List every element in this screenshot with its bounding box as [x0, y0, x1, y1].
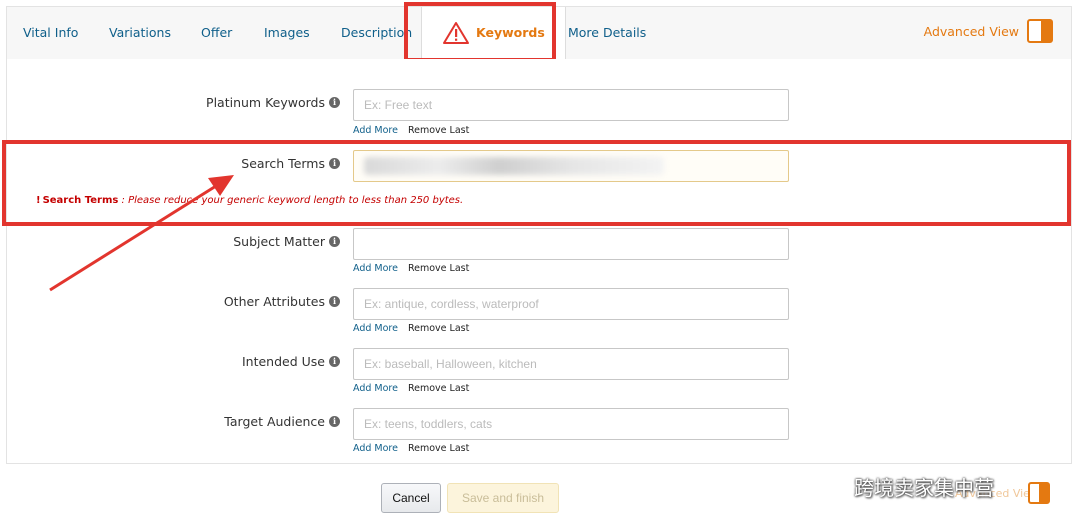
intended-use-input[interactable]: [353, 348, 789, 380]
advanced-view-label: Advanced View: [923, 23, 1019, 39]
watermark: 跨境卖家集中营: [812, 472, 994, 501]
remove-last-link[interactable]: Remove Last: [408, 323, 469, 334]
target-audience-links: Add More Remove Last: [353, 443, 469, 454]
target-audience-label: Target Audience i: [0, 414, 340, 429]
target-audience-text: Target Audience: [224, 414, 325, 429]
add-more-link[interactable]: Add More: [353, 263, 398, 274]
advanced-view-toggle[interactable]: [1027, 19, 1053, 43]
keywords-tab-highlight: [404, 2, 556, 62]
add-more-link[interactable]: Add More: [353, 443, 398, 454]
info-icon[interactable]: i: [329, 416, 340, 427]
tab-description[interactable]: Description: [341, 7, 412, 59]
platinum-keywords-text: Platinum Keywords: [206, 95, 325, 110]
info-icon[interactable]: i: [329, 296, 340, 307]
subject-matter-text: Subject Matter: [233, 234, 325, 249]
subject-matter-label: Subject Matter i: [0, 234, 340, 249]
tab-vital-info[interactable]: Vital Info: [23, 7, 78, 59]
intended-use-links: Add More Remove Last: [353, 383, 469, 394]
advanced-view-control: Advanced View: [924, 19, 1053, 43]
listing-editor: Vital Info Variations Offer Images Descr…: [0, 0, 1080, 532]
subject-matter-input[interactable]: [353, 228, 789, 260]
other-attributes-input[interactable]: [353, 288, 789, 320]
remove-last-link[interactable]: Remove Last: [408, 383, 469, 394]
remove-last-link[interactable]: Remove Last: [408, 443, 469, 454]
platinum-keywords-input[interactable]: [353, 89, 789, 121]
intended-use-text: Intended Use: [241, 354, 325, 369]
tab-more-details[interactable]: More Details: [568, 7, 646, 59]
toggle-knob: [1041, 21, 1051, 41]
watermark-text: 跨境卖家集中营: [854, 476, 994, 500]
remove-last-link[interactable]: Remove Last: [408, 263, 469, 274]
other-attributes-text: Other Attributes: [223, 294, 325, 309]
ghost-toggle: [1028, 482, 1050, 504]
cancel-button[interactable]: Cancel: [381, 483, 441, 513]
add-more-link[interactable]: Add More: [353, 323, 398, 334]
tab-variations[interactable]: Variations: [109, 7, 171, 59]
tab-offer[interactable]: Offer: [201, 7, 232, 59]
add-more-link[interactable]: Add More: [353, 383, 398, 394]
target-audience-input[interactable]: [353, 408, 789, 440]
search-terms-highlight: [2, 140, 1071, 226]
add-more-link[interactable]: Add More: [353, 125, 398, 136]
other-attributes-label: Other Attributes i: [0, 294, 340, 309]
save-and-finish-button[interactable]: Save and finish: [447, 483, 559, 513]
platinum-keywords-links: Add More Remove Last: [353, 125, 469, 136]
remove-last-link[interactable]: Remove Last: [408, 125, 469, 136]
wechat-icon: [812, 473, 846, 501]
tab-images[interactable]: Images: [264, 7, 310, 59]
subject-matter-links: Add More Remove Last: [353, 263, 469, 274]
platinum-keywords-label: Platinum Keywords i: [0, 95, 340, 110]
info-icon[interactable]: i: [329, 236, 340, 247]
other-attributes-links: Add More Remove Last: [353, 323, 469, 334]
info-icon[interactable]: i: [329, 97, 340, 108]
info-icon[interactable]: i: [329, 356, 340, 367]
intended-use-label: Intended Use i: [0, 354, 340, 369]
